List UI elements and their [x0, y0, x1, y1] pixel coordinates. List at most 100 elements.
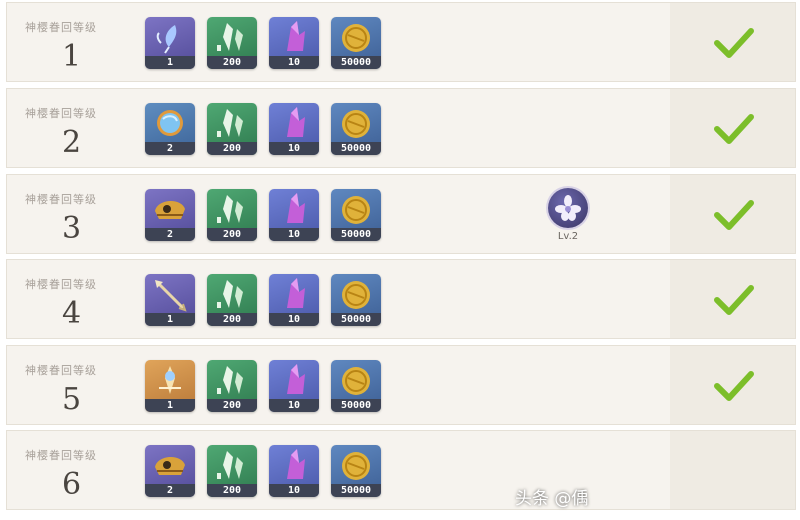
item-quantity: 2 [145, 228, 195, 241]
mora-coin-icon [342, 367, 370, 395]
special-reward-level: Lv.2 [557, 231, 579, 242]
green-crystal-icon [217, 451, 243, 479]
green-crystal-icon [217, 195, 243, 223]
mora-coin-icon [342, 110, 370, 138]
mora-coin-icon [342, 281, 370, 309]
item-quantity: 1 [145, 313, 195, 326]
reward-item-green-crystal[interactable]: 200 [207, 103, 257, 155]
item-quantity: 50000 [331, 313, 381, 326]
reward-item-helmet[interactable]: 2 [145, 189, 195, 241]
golden-helmet-icon [155, 456, 185, 475]
watermark-text: 头条 @偊 [515, 489, 589, 509]
reward-item-purple-crystal[interactable]: 10 [269, 445, 319, 497]
reward-item-mora[interactable]: 50000 [331, 17, 381, 69]
item-quantity: 10 [269, 56, 319, 69]
completed-check-icon [714, 200, 754, 230]
item-quantity: 200 [207, 56, 257, 69]
item-quantity: 2 [145, 484, 195, 497]
green-crystal-icon [217, 109, 243, 137]
reward-item-mora[interactable]: 50000 [331, 103, 381, 155]
level-label: 神樱眷回等级 [25, 278, 97, 291]
item-quantity: 2 [145, 142, 195, 155]
reward-item-charm[interactable]: 1 [145, 360, 195, 412]
completed-check-icon [714, 285, 754, 315]
purple-crystal-icon [287, 21, 305, 51]
reward-item-mora[interactable]: 50000 [331, 274, 381, 326]
item-quantity: 50000 [331, 484, 381, 497]
item-quantity: 10 [269, 484, 319, 497]
reward-item-orb[interactable]: 2 [145, 103, 195, 155]
purple-crystal-icon [287, 278, 305, 308]
reward-item-purple-crystal[interactable]: 10 [269, 189, 319, 241]
purple-crystal-icon [287, 449, 305, 479]
reward-item-green-crystal[interactable]: 200 [207, 445, 257, 497]
purple-crystal-icon [287, 107, 305, 137]
level-label: 神樱眷回等级 [25, 21, 97, 34]
reward-item-purple-crystal[interactable]: 10 [269, 360, 319, 412]
reward-item-purple-crystal[interactable]: 10 [269, 274, 319, 326]
reward-item-green-crystal[interactable]: 200 [207, 274, 257, 326]
reward-item-mora[interactable]: 50000 [331, 445, 381, 497]
item-quantity: 10 [269, 313, 319, 326]
item-quantity: 200 [207, 142, 257, 155]
level-number: 2 [62, 125, 82, 160]
reward-row-5: 神樱眷回等级 5 1 200 10 50000 [6, 345, 796, 425]
reward-item-green-crystal[interactable]: 200 [207, 360, 257, 412]
item-quantity: 1 [145, 399, 195, 412]
row-status-panel [670, 431, 795, 509]
green-crystal-icon [217, 23, 243, 51]
golden-charm-icon [159, 366, 181, 394]
blue-feather-icon [156, 25, 177, 54]
completed-check-icon [714, 371, 754, 401]
item-quantity: 50000 [331, 399, 381, 412]
reward-disc [548, 188, 588, 228]
reward-item-mora[interactable]: 50000 [331, 360, 381, 412]
item-quantity: 50000 [331, 142, 381, 155]
reward-row-2: 神樱眷回等级 2 2 200 10 50000 [6, 88, 796, 168]
item-quantity: 200 [207, 484, 257, 497]
item-quantity: 1 [145, 56, 195, 69]
level-label: 神樱眷回等级 [25, 449, 97, 462]
reward-row-6: 神樱眷回等级 6 2 200 10 50000 [6, 430, 796, 510]
item-quantity: 10 [269, 228, 319, 241]
mora-coin-icon [342, 24, 370, 52]
mora-coin-icon [342, 196, 370, 224]
completed-check-icon [714, 114, 754, 144]
purple-flower-icon [555, 195, 581, 221]
level-number: 4 [62, 296, 82, 331]
reward-row-3: 神樱眷回等级 3 2 200 10 50000 [6, 174, 796, 254]
level-label: 神樱眷回等级 [25, 193, 97, 206]
item-quantity: 200 [207, 313, 257, 326]
reward-item-green-crystal[interactable]: 200 [207, 189, 257, 241]
item-quantity: 50000 [331, 56, 381, 69]
reward-row-1: 神樱眷回等级 1 1 200 10 50000 [6, 2, 796, 82]
level-label: 神樱眷回等级 [25, 107, 97, 120]
green-crystal-icon [217, 366, 243, 394]
blue-orb-icon [157, 110, 183, 136]
reward-item-arrow[interactable]: 1 [145, 274, 195, 326]
reward-item-purple-crystal[interactable]: 10 [269, 103, 319, 155]
purple-crystal-icon [287, 193, 305, 223]
item-quantity: 200 [207, 399, 257, 412]
level-number: 6 [62, 467, 82, 502]
level-number: 3 [62, 211, 82, 246]
special-reward[interactable]: Lv.2 [543, 188, 593, 248]
item-quantity: 200 [207, 228, 257, 241]
green-crystal-icon [217, 280, 243, 308]
reward-item-mora[interactable]: 50000 [331, 189, 381, 241]
reward-item-purple-crystal[interactable]: 10 [269, 17, 319, 69]
reward-item-green-crystal[interactable]: 200 [207, 17, 257, 69]
purple-crystal-icon [287, 364, 305, 394]
item-quantity: 10 [269, 399, 319, 412]
golden-helmet-icon [155, 200, 185, 219]
item-quantity: 10 [269, 142, 319, 155]
reward-row-4: 神樱眷回等级 4 1 200 10 50000 [6, 259, 796, 339]
completed-check-icon [714, 28, 754, 58]
level-number: 5 [62, 382, 82, 417]
mora-coin-icon [342, 452, 370, 480]
reward-item-feather[interactable]: 1 [145, 17, 195, 69]
arrow-icon [155, 280, 187, 312]
level-label: 神樱眷回等级 [25, 364, 97, 377]
reward-item-helmet[interactable]: 2 [145, 445, 195, 497]
item-quantity: 50000 [331, 228, 381, 241]
